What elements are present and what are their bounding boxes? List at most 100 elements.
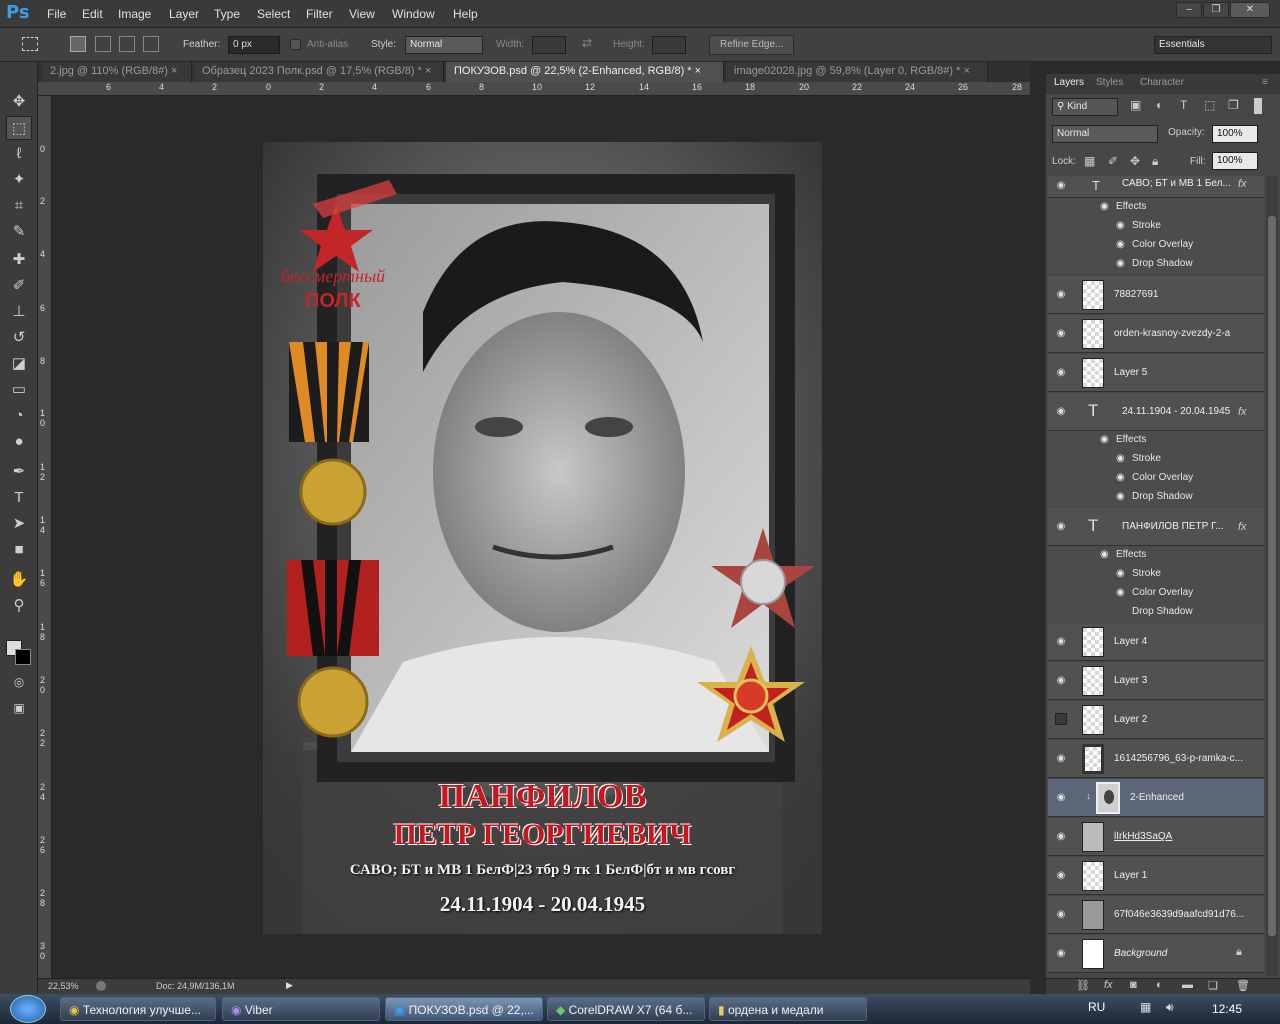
menu-select[interactable]: Select bbox=[257, 7, 290, 21]
crop-tool-icon[interactable]: ⌗ bbox=[6, 194, 32, 218]
opacity-input[interactable]: 100% bbox=[1212, 125, 1258, 143]
zoom-level[interactable]: 22,53% bbox=[48, 981, 79, 991]
layer-background[interactable]: ◉ Background 🔒︎ bbox=[1048, 935, 1264, 973]
panel-menu-icon[interactable]: ≡ bbox=[1262, 77, 1268, 88]
brush-tool-icon[interactable]: ✐ bbox=[6, 274, 32, 298]
tab-close-icon[interactable]: × bbox=[425, 65, 431, 77]
network-icon[interactable]: ▦ bbox=[1140, 1000, 1151, 1014]
filter-smart-object-icon[interactable]: ❐ bbox=[1228, 98, 1239, 112]
type-tool-icon[interactable]: T bbox=[6, 486, 32, 510]
tab-close-icon[interactable]: × bbox=[695, 65, 701, 77]
add-selection-icon[interactable] bbox=[95, 36, 111, 52]
language-indicator[interactable]: RU bbox=[1088, 1000, 1105, 1014]
effect-drop-shadow[interactable]: ◉ Drop Shadow bbox=[1048, 488, 1264, 507]
fx-icon[interactable]: fx bbox=[1238, 406, 1247, 418]
intersect-selection-icon[interactable] bbox=[143, 36, 159, 52]
layer-ramka[interactable]: ◉ 1614256796_63-p-ramka-c... bbox=[1048, 740, 1264, 778]
filter-shape-icon[interactable]: ⬚ bbox=[1204, 98, 1215, 112]
lock-pixels-icon[interactable]: ✐ bbox=[1108, 154, 1118, 168]
visibility-off-box[interactable] bbox=[1055, 713, 1067, 725]
clock[interactable]: 12:45 bbox=[1212, 1002, 1242, 1016]
new-group-icon[interactable]: ▬ bbox=[1182, 979, 1193, 991]
zoom-tool-icon[interactable]: ⚲ bbox=[6, 594, 32, 618]
tab-styles[interactable]: Styles bbox=[1096, 77, 1123, 88]
clone-stamp-icon[interactable]: ⊥ bbox=[6, 300, 32, 324]
visibility-eye-icon[interactable]: ◉ bbox=[1054, 636, 1068, 647]
lock-transparent-icon[interactable]: ▦ bbox=[1084, 154, 1095, 168]
tab-pokuzov[interactable]: ПОКУЗОВ.psd @ 22,5% (2-Enhanced, RGB/8) … bbox=[446, 62, 724, 82]
height-input[interactable] bbox=[652, 36, 686, 54]
effect-color-overlay[interactable]: ◉ Color Overlay bbox=[1048, 469, 1264, 488]
menu-edit[interactable]: Edit bbox=[82, 7, 103, 21]
marquee-tool-preset-icon[interactable] bbox=[22, 37, 38, 51]
history-brush-icon[interactable]: ↺ bbox=[6, 326, 32, 350]
healing-brush-icon[interactable]: ✚ bbox=[6, 248, 32, 272]
eyedropper-icon[interactable]: ✎ bbox=[6, 220, 32, 244]
taskbar-photoshop[interactable]: ▣ ПОКУЗОВ.psd @ 22,... bbox=[385, 997, 543, 1021]
tab-2jpg[interactable]: 2.jpg @ 110% (RGB/8#) × bbox=[42, 62, 192, 82]
lasso-tool-icon[interactable]: ℓ bbox=[6, 142, 32, 166]
filter-type-icon[interactable]: T bbox=[1180, 98, 1187, 112]
tab-character[interactable]: Character bbox=[1140, 77, 1184, 88]
screen-mode-icon[interactable]: ▣ bbox=[6, 696, 32, 720]
visibility-eye-icon[interactable]: ◉ bbox=[1054, 367, 1068, 378]
blur-tool-icon[interactable]: ◔ bbox=[6, 404, 32, 428]
menu-view[interactable]: View bbox=[349, 7, 375, 21]
layer-lirkhd[interactable]: ◉ lIrkHd3SaQA bbox=[1048, 818, 1264, 856]
visibility-eye-icon[interactable]: ◉ bbox=[1054, 792, 1068, 803]
layer-text-name[interactable]: ◉ T ПАНФИЛОВ ПЕТР Г... fx bbox=[1048, 508, 1264, 546]
fx-icon[interactable]: fx bbox=[1238, 521, 1247, 533]
visibility-eye-icon[interactable]: ◉ bbox=[1054, 180, 1068, 191]
new-layer-icon[interactable]: ❏ bbox=[1208, 979, 1218, 992]
tab-close-icon[interactable]: × bbox=[963, 65, 969, 77]
visibility-eye-icon[interactable]: ◉ bbox=[1054, 289, 1068, 300]
close-button[interactable]: ✕ bbox=[1230, 2, 1270, 18]
menu-window[interactable]: Window bbox=[392, 7, 435, 21]
taskbar-viber[interactable]: ◉ Viber bbox=[222, 997, 380, 1021]
start-button[interactable] bbox=[10, 995, 46, 1023]
layer-1[interactable]: ◉ Layer 1 bbox=[1048, 857, 1264, 895]
menu-filter[interactable]: Filter bbox=[306, 7, 333, 21]
visibility-eye-icon[interactable]: ◉ bbox=[1054, 948, 1068, 959]
layer-2[interactable]: Layer 2 bbox=[1048, 701, 1264, 739]
taskbar-chrome[interactable]: ◉ Технология улучше... bbox=[60, 997, 216, 1021]
layer-3[interactable]: ◉ Layer 3 bbox=[1048, 662, 1264, 700]
volume-icon[interactable]: 🔊︎ bbox=[1166, 1000, 1174, 1015]
quick-mask-icon[interactable]: ◎ bbox=[6, 670, 32, 694]
lock-all-icon[interactable]: 🔒︎ bbox=[1152, 154, 1158, 169]
gradient-tool-icon[interactable]: ▭ bbox=[6, 378, 32, 402]
filter-toggle-icon[interactable] bbox=[1254, 98, 1262, 114]
menu-type[interactable]: Type bbox=[214, 7, 240, 21]
layer-2-enhanced[interactable]: ◉ ↓ 2-Enhanced bbox=[1048, 779, 1264, 817]
hand-tool-icon[interactable]: ✋ bbox=[6, 568, 32, 592]
swap-icon[interactable]: ⇄ bbox=[582, 36, 592, 50]
dodge-tool-icon[interactable]: ● bbox=[6, 430, 32, 454]
visibility-eye-icon[interactable]: ◉ bbox=[1054, 753, 1068, 764]
tab-close-icon[interactable]: × bbox=[171, 65, 177, 77]
kind-filter-select[interactable]: ⚲ Kind bbox=[1052, 98, 1118, 116]
path-selection-icon[interactable]: ➤ bbox=[6, 512, 32, 536]
background-color-icon[interactable] bbox=[15, 649, 31, 665]
visibility-eye-icon[interactable]: ◉ bbox=[1054, 328, 1068, 339]
rectangle-tool-icon[interactable]: ■ bbox=[6, 538, 32, 562]
visibility-eye-icon[interactable]: ◉ bbox=[1054, 870, 1068, 881]
visibility-eye-icon[interactable]: ◉ bbox=[1054, 909, 1068, 920]
style-select[interactable]: Normal bbox=[405, 36, 483, 54]
layer-orden-krasnoy[interactable]: ◉ orden-krasnoy-zvezdy-2-a bbox=[1048, 315, 1264, 353]
pen-tool-icon[interactable]: ✒ bbox=[6, 460, 32, 484]
feather-input[interactable]: 0 px bbox=[228, 36, 280, 54]
minimize-button[interactable]: – bbox=[1176, 2, 1202, 18]
visibility-eye-icon[interactable]: ◉ bbox=[1054, 521, 1068, 532]
menu-file[interactable]: File bbox=[47, 7, 66, 21]
layer-text-dates[interactable]: ◉ T 24.11.1904 - 20.04.1945 fx bbox=[1048, 393, 1264, 431]
filter-pixel-icon[interactable]: ▣ bbox=[1130, 98, 1141, 112]
layer-text-service[interactable]: ◉ T САВО; БТ и МВ 1 Бел... fx bbox=[1048, 176, 1264, 198]
effect-stroke[interactable]: ◉ Stroke bbox=[1048, 217, 1264, 236]
menu-layer[interactable]: Layer bbox=[169, 7, 199, 21]
refine-edge-button[interactable]: Refine Edge... bbox=[709, 35, 795, 55]
blend-mode-select[interactable]: Normal bbox=[1052, 125, 1158, 143]
trash-icon[interactable]: 🗑︎ bbox=[1236, 979, 1250, 992]
add-mask-icon[interactable]: ◙ bbox=[1130, 979, 1137, 991]
status-menu-arrow-icon[interactable]: ▶ bbox=[286, 980, 293, 991]
menu-image[interactable]: Image bbox=[118, 7, 151, 21]
